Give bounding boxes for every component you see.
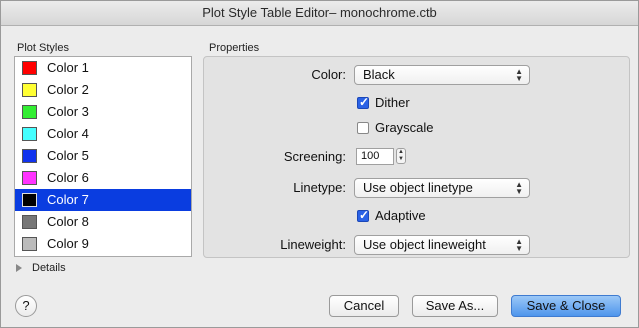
- chevron-updown-icon: ▲ ▼: [515, 237, 523, 253]
- color-swatch: [22, 237, 37, 251]
- help-button[interactable]: ?: [15, 295, 37, 317]
- linetype-popup[interactable]: Use object linetype ▲ ▼: [354, 178, 530, 198]
- screening-label: Screening:: [283, 149, 346, 164]
- plot-style-item[interactable]: Color 3: [15, 101, 191, 123]
- color-popup[interactable]: Black ▲ ▼: [354, 65, 530, 85]
- plot-style-label: Color 2: [47, 82, 89, 97]
- lineweight-value: Use object lineweight: [363, 237, 486, 252]
- plot-style-label: Color 9: [47, 236, 89, 251]
- color-swatch: [22, 193, 37, 207]
- lineweight-label: Lineweight:: [280, 237, 346, 252]
- linetype-label: Linetype:: [293, 180, 346, 195]
- adaptive-label: Adaptive: [375, 208, 426, 223]
- dither-label: Dither: [375, 95, 410, 110]
- plot-style-label: Color 8: [47, 214, 89, 229]
- grayscale-label: Grayscale: [375, 120, 434, 135]
- adaptive-checkbox[interactable]: [357, 208, 369, 222]
- screening-input[interactable]: 100: [356, 148, 394, 165]
- plot-style-label: Color 6: [47, 170, 89, 185]
- plot-style-label: Color 7: [47, 192, 89, 207]
- plot-style-item[interactable]: Color 5: [15, 145, 191, 167]
- save-as-button[interactable]: Save As...: [412, 295, 498, 317]
- linetype-value: Use object linetype: [363, 180, 473, 195]
- plot-style-item[interactable]: Color 9: [15, 233, 191, 255]
- chevron-updown-icon: ▲ ▼: [515, 180, 523, 196]
- plot-styles-label: Plot Styles: [17, 42, 69, 54]
- color-swatch: [22, 127, 37, 141]
- plot-style-label: Color 4: [47, 126, 89, 141]
- screening-stepper[interactable]: ▲ ▼: [396, 148, 406, 164]
- plot-style-item[interactable]: Color 1: [15, 57, 191, 79]
- dither-checkbox[interactable]: [357, 95, 369, 109]
- plot-style-item[interactable]: Color 4: [15, 123, 191, 145]
- plot-style-label: Color 3: [47, 104, 89, 119]
- color-swatch: [22, 215, 37, 229]
- details-label[interactable]: Details: [32, 262, 66, 274]
- plot-style-label: Color 5: [47, 148, 89, 163]
- lineweight-popup[interactable]: Use object lineweight ▲ ▼: [354, 235, 530, 255]
- color-swatch: [22, 83, 37, 97]
- plot-style-item[interactable]: Color 2: [15, 79, 191, 101]
- window-title: Plot Style Table Editor– monochrome.ctb: [1, 1, 638, 26]
- plot-style-item[interactable]: Color 8: [15, 211, 191, 233]
- color-swatch: [22, 171, 37, 185]
- properties-label: Properties: [209, 42, 260, 54]
- save-and-close-button[interactable]: Save & Close: [511, 295, 621, 317]
- chevron-updown-icon: ▲ ▼: [515, 67, 523, 83]
- plot-style-item-selected[interactable]: Color 7: [15, 189, 191, 211]
- plot-styles-list[interactable]: Color 1 Color 2 Color 3 Color 4 Color 5 …: [14, 56, 192, 257]
- plot-style-label: Color 1: [47, 60, 89, 75]
- disclosure-triangle-icon[interactable]: [16, 264, 22, 272]
- color-swatch: [22, 149, 37, 163]
- plot-style-editor-window: Plot Style Table Editor– monochrome.ctb …: [0, 0, 639, 328]
- color-swatch: [22, 105, 37, 119]
- cancel-button[interactable]: Cancel: [329, 295, 399, 317]
- color-label: Color:: [311, 67, 346, 82]
- color-value: Black: [363, 67, 395, 82]
- grayscale-checkbox[interactable]: [357, 122, 369, 134]
- plot-style-item[interactable]: Color 6: [15, 167, 191, 189]
- color-swatch: [22, 61, 37, 75]
